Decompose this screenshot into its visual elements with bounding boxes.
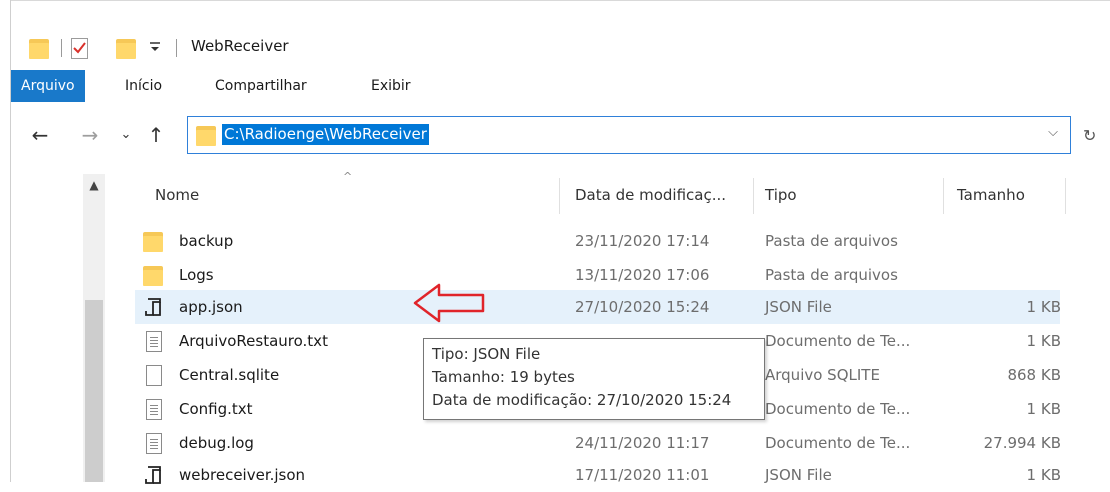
file-type: JSON File <box>765 298 832 316</box>
address-bar[interactable]: C:\Radioenge\WebReceiver ⌵ <box>187 116 1071 154</box>
blank-file-icon <box>143 364 165 386</box>
file-type: Documento de Te... <box>765 400 911 418</box>
file-size <box>925 258 1061 292</box>
list-item[interactable]: backup 23/11/2020 17:14 Pasta de arquivo… <box>135 224 1060 258</box>
tab-compartilhar[interactable]: Compartilhar <box>215 72 307 100</box>
json-file-icon <box>143 296 165 318</box>
list-item[interactable]: Logs 13/11/2020 17:06 Pasta de arquivos <box>135 258 1060 292</box>
folder-icon <box>196 124 216 146</box>
column-divider[interactable] <box>559 178 560 214</box>
file-name: debug.log <box>179 434 254 452</box>
file-name: webreceiver.json <box>179 466 306 484</box>
file-name: Central.sqlite <box>179 366 280 384</box>
text-file-icon <box>143 330 165 352</box>
file-type: Pasta de arquivos <box>765 232 898 250</box>
file-type: Documento de Te... <box>765 434 911 452</box>
tooltip-size: Tamanho: 19 bytes <box>432 368 575 386</box>
file-size: 1 KB <box>1026 332 1061 350</box>
divider <box>176 39 177 57</box>
file-tooltip: Tipo: JSON File Tamanho: 19 bytes Data d… <box>423 338 765 420</box>
file-size: 1 KB <box>1026 466 1061 484</box>
file-size <box>925 224 1061 258</box>
file-size: 1 KB <box>1026 298 1061 316</box>
scroll-up-icon[interactable]: ▲ <box>83 174 105 196</box>
address-path[interactable]: C:\Radioenge\WebReceiver <box>222 124 429 145</box>
column-modified[interactable]: Data de modificaç... <box>575 174 726 216</box>
list-item[interactable]: webreceiver.json 17/11/2020 11:01 JSON F… <box>135 458 1061 492</box>
column-divider[interactable] <box>753 178 754 214</box>
file-modified: 23/11/2020 17:14 <box>575 232 710 250</box>
forward-icon[interactable]: → <box>77 122 103 148</box>
text-file-icon <box>143 432 165 454</box>
properties-icon[interactable] <box>69 37 89 59</box>
tooltip-modified: Data de modificação: 27/10/2020 15:24 <box>432 391 732 409</box>
refresh-icon[interactable]: ↻ <box>1083 126 1096 145</box>
file-type: Pasta de arquivos <box>765 266 898 284</box>
ribbon-tabs: Arquivo Início Compartilhar Exibir <box>11 66 1110 104</box>
nav-pane-scrollbar[interactable]: ▲ <box>83 174 105 482</box>
file-modified: 24/11/2020 11:17 <box>575 434 710 452</box>
json-file-icon <box>143 464 165 486</box>
window-title: WebReceiver <box>191 37 289 55</box>
folder-icon <box>29 37 49 59</box>
file-type: Arquivo SQLITE <box>765 366 880 384</box>
column-name[interactable]: Nome <box>155 174 199 216</box>
column-size[interactable]: Tamanho <box>957 174 1025 216</box>
back-icon[interactable]: ← <box>27 122 53 148</box>
explorer-window: WebReceiver Arquivo Início Compartilhar … <box>10 0 1110 484</box>
divider <box>61 39 62 57</box>
column-header: ^ Nome Data de modificaç... Tipo Tamanho <box>135 170 1066 216</box>
column-divider[interactable] <box>1065 178 1066 214</box>
file-name: Logs <box>179 266 214 284</box>
file-modified: 17/11/2020 11:01 <box>575 466 710 484</box>
folder-icon <box>143 230 165 252</box>
file-name: Config.txt <box>179 400 253 418</box>
tab-arquivo[interactable]: Arquivo <box>11 70 85 102</box>
scroll-thumb[interactable] <box>85 300 103 482</box>
column-type[interactable]: Tipo <box>765 174 797 216</box>
sort-ascending-icon: ^ <box>343 170 353 183</box>
column-divider[interactable] <box>943 178 944 214</box>
file-type: Documento de Te... <box>765 332 911 350</box>
tab-inicio[interactable]: Início <box>125 72 162 100</box>
annotation-arrow-icon <box>413 283 485 323</box>
list-item[interactable]: debug.log 24/11/2020 11:17 Documento de … <box>135 426 1061 460</box>
address-dropdown-icon[interactable]: ⌵ <box>1048 125 1058 140</box>
file-list-pane: ▲ ^ Nome Data de modificaç... Tipo Taman… <box>11 160 1110 484</box>
folder-icon <box>143 264 165 286</box>
file-size: 1 KB <box>1026 400 1061 418</box>
tab-exibir[interactable]: Exibir <box>371 72 411 100</box>
file-modified: 13/11/2020 17:06 <box>575 266 710 284</box>
text-file-icon <box>143 398 165 420</box>
new-folder-icon[interactable] <box>116 37 136 59</box>
file-name: ArquivoRestauro.txt <box>179 332 328 350</box>
file-type: JSON File <box>765 466 832 484</box>
file-modified: 27/10/2020 15:24 <box>575 298 710 316</box>
file-name: backup <box>179 232 234 250</box>
file-name: app.json <box>179 298 243 316</box>
quick-access-dropdown-icon[interactable] <box>149 39 161 55</box>
file-size: 27.994 KB <box>983 434 1061 452</box>
tooltip-type: Tipo: JSON File <box>432 345 541 363</box>
navigation-bar: ← → ⌄ ↑ C:\Radioenge\WebReceiver ⌵ ↻ <box>11 112 1110 160</box>
file-size: 868 KB <box>1007 366 1061 384</box>
list-item[interactable]: app.json 27/10/2020 15:24 JSON File 1 KB <box>135 290 1061 324</box>
up-icon[interactable]: ↑ <box>143 122 169 148</box>
recent-locations-icon[interactable]: ⌄ <box>113 122 139 148</box>
title-bar: WebReceiver <box>11 0 1110 67</box>
